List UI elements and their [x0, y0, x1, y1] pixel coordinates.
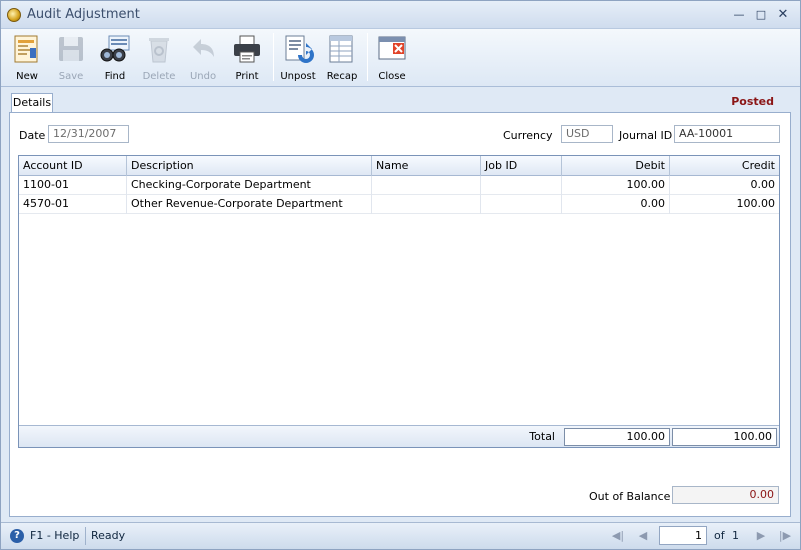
tab-details[interactable]: Details: [11, 93, 53, 113]
recap-button[interactable]: Recap: [321, 31, 363, 85]
first-page-icon[interactable]: ◀|: [610, 528, 626, 544]
save-button[interactable]: Save: [50, 31, 92, 85]
close-button[interactable]: Close: [371, 31, 413, 85]
total-debit: 100.00: [564, 428, 670, 446]
last-page-icon[interactable]: |▶: [777, 528, 793, 544]
window-title: Audit Adjustment: [27, 7, 140, 22]
out-of-balance-value: 0.00: [672, 486, 779, 504]
minimize-icon[interactable]: —: [731, 7, 747, 23]
posted-status: Posted: [731, 95, 774, 108]
grid-total-row: Total 100.00 100.00: [19, 425, 779, 447]
column-account-id[interactable]: Account ID: [19, 156, 127, 176]
undo-arrow-icon: [193, 39, 214, 57]
toolbar-separator: [367, 33, 368, 81]
ready-status: Ready: [91, 529, 126, 542]
total-label: Total: [529, 430, 555, 443]
close-window-icon: [378, 36, 406, 60]
print-button[interactable]: Print: [226, 31, 268, 85]
audit-adjustment-window: Audit Adjustment — □ ✕ New Save Find Del…: [0, 0, 801, 550]
cell-description: Other Revenue-Corporate Department: [127, 195, 372, 214]
cell-account-id: 4570-01: [19, 195, 127, 214]
previous-page-icon[interactable]: ◀: [635, 528, 651, 544]
close-icon[interactable]: ✕: [775, 7, 791, 23]
unpost-icon: [285, 35, 314, 63]
out-of-balance-label: Out of Balance: [589, 490, 671, 503]
column-credit[interactable]: Credit: [670, 156, 779, 176]
new-document-icon: [14, 35, 38, 63]
column-debit[interactable]: Debit: [562, 156, 670, 176]
floppy-disk-icon: [59, 37, 83, 61]
date-label: Date: [19, 129, 46, 142]
unpost-button[interactable]: Unpost: [277, 31, 319, 85]
help-text[interactable]: F1 - Help: [30, 529, 79, 542]
cell-credit: 0.00: [750, 178, 776, 191]
total-pages: 1: [732, 529, 739, 542]
title-bar: Audit Adjustment — □ ✕: [1, 1, 800, 29]
column-job-id[interactable]: Job ID: [481, 156, 562, 176]
cell-job-id: [481, 176, 562, 195]
binoculars-icon: [100, 35, 130, 62]
of-label: of: [714, 529, 725, 542]
page-number-input[interactable]: 1: [659, 526, 707, 545]
recap-icon: [329, 35, 353, 63]
new-button[interactable]: New: [6, 31, 48, 85]
journal-id-label: Journal ID: [619, 129, 673, 142]
column-name[interactable]: Name: [372, 156, 481, 176]
status-bar: ? F1 - Help Ready ◀| ◀ 1 of 1 ▶ |▶: [1, 522, 800, 549]
delete-button[interactable]: Delete: [138, 31, 180, 85]
printer-icon: [234, 35, 260, 63]
cell-debit: 0.00: [562, 195, 670, 214]
currency-field[interactable]: USD: [561, 125, 613, 143]
next-page-icon[interactable]: ▶: [753, 528, 769, 544]
total-credit: 100.00: [672, 428, 777, 446]
column-description[interactable]: Description: [127, 156, 372, 176]
cell-name: [372, 176, 481, 195]
cell-debit: 100.00: [562, 176, 670, 195]
status-separator: [85, 527, 86, 545]
cell-description: Checking-Corporate Department: [127, 176, 372, 195]
find-button[interactable]: Find: [94, 31, 136, 85]
recycle-bin-icon: [149, 38, 169, 63]
maximize-icon[interactable]: □: [753, 7, 769, 23]
journal-id-field[interactable]: AA-10001: [674, 125, 780, 143]
grid-header: Account ID Description Name Job ID Debit…: [19, 156, 779, 176]
toolbar: New Save Find Delete Undo Print Unpost R…: [1, 29, 800, 87]
table-row[interactable]: 1100-01 Checking-Corporate Department 10…: [19, 176, 779, 195]
journal-grid: Account ID Description Name Job ID Debit…: [18, 155, 780, 448]
table-row[interactable]: 4570-01 Other Revenue-Corporate Departme…: [19, 195, 779, 214]
currency-label: Currency: [503, 129, 553, 142]
undo-button[interactable]: Undo: [182, 31, 224, 85]
cell-account-id: 1100-01: [19, 176, 127, 195]
toolbar-separator: [273, 33, 274, 81]
app-icon: [7, 8, 21, 22]
help-icon[interactable]: ?: [10, 529, 24, 543]
cell-job-id: [481, 195, 562, 214]
cell-credit: 100.00: [736, 197, 776, 210]
cell-name: [372, 195, 481, 214]
date-field[interactable]: 12/31/2007: [48, 125, 129, 143]
